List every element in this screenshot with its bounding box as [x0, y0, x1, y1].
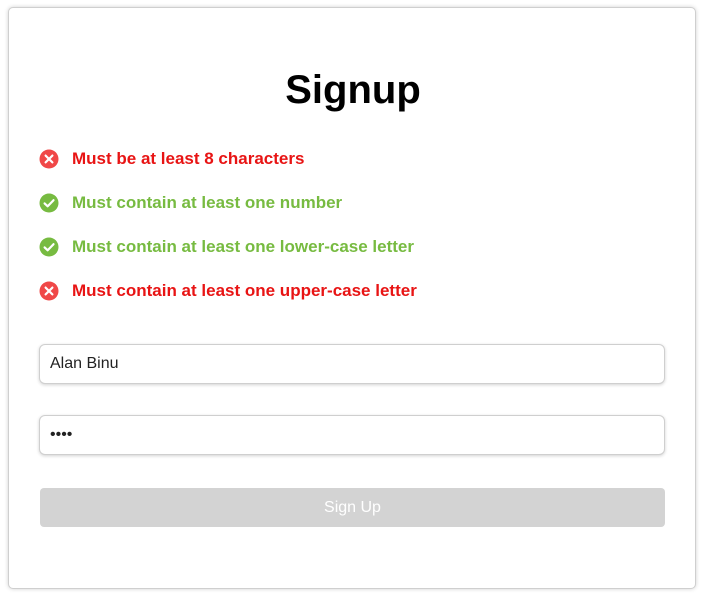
x-circle-icon	[39, 149, 59, 169]
rule-label: Must contain at least one lower-case let…	[72, 237, 414, 256]
sign-up-button[interactable]: Sign Up	[40, 488, 665, 527]
name-input[interactable]	[39, 344, 665, 384]
rule-label: Must contain at least one number	[72, 193, 343, 212]
password-rules-list: Must be at least 8 characters Must conta…	[39, 148, 417, 324]
rule-min-length: Must be at least 8 characters	[39, 148, 417, 170]
rule-label: Must contain at least one upper-case let…	[72, 281, 417, 300]
check-circle-icon	[39, 193, 59, 213]
password-input[interactable]	[39, 415, 665, 455]
rule-lowercase: Must contain at least one lower-case let…	[39, 236, 417, 258]
page-title: Signup	[285, 68, 421, 112]
x-circle-icon	[39, 281, 59, 301]
signup-card: Signup Must be at least 8 characters Mus…	[8, 7, 696, 589]
check-circle-icon	[39, 237, 59, 257]
rule-number: Must contain at least one number	[39, 192, 417, 214]
rule-label: Must be at least 8 characters	[72, 149, 305, 168]
rule-uppercase: Must contain at least one upper-case let…	[39, 280, 417, 302]
